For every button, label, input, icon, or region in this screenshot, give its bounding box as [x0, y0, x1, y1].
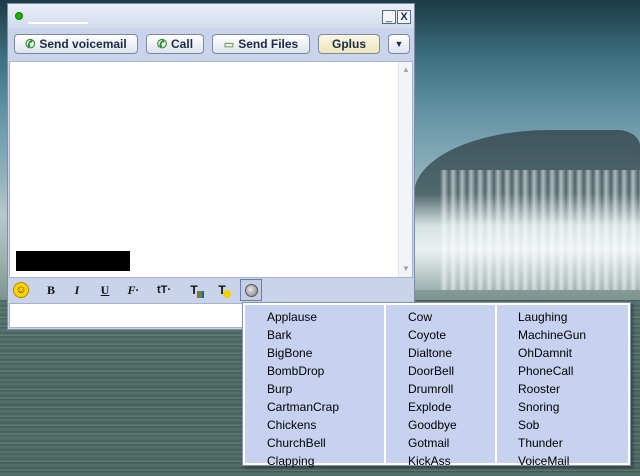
chat-window: _ X ✆ Send voicemail ✆ Call ▭ Send Files… [7, 3, 415, 330]
redacted-message [16, 251, 130, 271]
formatting-toolbar: ☺ B I U F· tT· T T [9, 279, 413, 301]
wallpaper-water-spray [440, 170, 640, 290]
more-options-button[interactable]: ▼ [388, 34, 410, 54]
bold-button[interactable]: B [41, 281, 61, 299]
sound-menu-column-3: Laughing MachineGun OhDamnit PhoneCall R… [497, 305, 628, 468]
sound-item[interactable]: Goodbye [386, 416, 495, 434]
sound-item[interactable]: Burp [245, 380, 384, 398]
highlight-color-button[interactable]: T [211, 281, 233, 299]
emoticon-icon[interactable]: ☺ [13, 282, 29, 298]
sound-menu-column-2: Cow Coyote Dialtone DoorBell Drumroll Ex… [386, 305, 495, 468]
folder-icon: ▭ [223, 38, 235, 51]
sound-item[interactable]: Coyote [386, 326, 495, 344]
font-size-button[interactable]: tT· [151, 281, 177, 299]
sound-item[interactable]: Drumroll [386, 380, 495, 398]
action-toolbar: ✆ Send voicemail ✆ Call ▭ Send Files Gpl… [14, 34, 410, 56]
chat-history[interactable]: ▲ ▼ [9, 61, 413, 278]
sound-item[interactable]: Rooster [497, 380, 628, 398]
send-files-button[interactable]: ▭ Send Files [212, 34, 310, 54]
sound-button[interactable] [240, 279, 262, 301]
message-input[interactable] [9, 303, 245, 328]
gplus-label: Gplus [331, 37, 366, 51]
sound-item[interactable]: Gotmail [386, 434, 495, 452]
send-voicemail-label: Send voicemail [39, 37, 127, 51]
speaker-icon [244, 283, 258, 297]
sound-item[interactable]: CartmanCrap [245, 398, 384, 416]
phone-icon: ✆ [25, 37, 36, 51]
text-color-button[interactable]: T [183, 281, 205, 299]
italic-button[interactable]: I [67, 281, 87, 299]
sound-item[interactable]: BigBone [245, 344, 384, 362]
font-button[interactable]: F· [121, 281, 145, 299]
call-button[interactable]: ✆ Call [146, 34, 204, 54]
gplus-button[interactable]: Gplus [318, 34, 380, 54]
online-status-icon [15, 12, 23, 20]
sound-item[interactable]: Dialtone [386, 344, 495, 362]
scroll-up-icon[interactable]: ▲ [400, 64, 412, 76]
sound-item[interactable]: Clapping [245, 452, 384, 470]
sound-item[interactable]: PhoneCall [497, 362, 628, 380]
sound-item[interactable]: Sob [497, 416, 628, 434]
sound-item[interactable]: Chickens [245, 416, 384, 434]
chat-scrollbar[interactable]: ▲ ▼ [398, 62, 412, 277]
sound-item[interactable]: VoiceMail [497, 452, 628, 470]
close-button[interactable]: X [397, 10, 411, 24]
sound-item[interactable]: OhDamnit [497, 344, 628, 362]
sound-item[interactable]: Snoring [497, 398, 628, 416]
scroll-down-icon[interactable]: ▼ [400, 263, 412, 275]
minimize-button[interactable]: _ [382, 10, 396, 24]
sound-item[interactable]: Explode [386, 398, 495, 416]
chevron-down-icon: ▼ [394, 39, 404, 49]
sound-item[interactable]: Thunder [497, 434, 628, 452]
phone-icon: ✆ [156, 37, 168, 51]
sound-menu: Applause Bark BigBone BombDrop Burp Cart… [242, 302, 631, 468]
sound-item[interactable]: BombDrop [245, 362, 384, 380]
send-voicemail-button[interactable]: ✆ Send voicemail [14, 34, 138, 54]
sound-item[interactable]: MachineGun [497, 326, 628, 344]
sound-item[interactable]: Cow [386, 308, 495, 326]
contact-name-redacted [28, 11, 88, 24]
call-label: Call [171, 37, 194, 51]
send-files-label: Send Files [238, 37, 299, 51]
sound-item[interactable]: Applause [245, 308, 384, 326]
sound-item[interactable]: Bark [245, 326, 384, 344]
font-size-icon: tT [156, 284, 168, 296]
sound-item[interactable]: Laughing [497, 308, 628, 326]
sound-item[interactable]: DoorBell [386, 362, 495, 380]
font-icon: F [127, 283, 136, 297]
title-bar[interactable]: _ X [8, 4, 414, 28]
underline-button[interactable]: U [95, 281, 115, 299]
sound-menu-column-1: Applause Bark BigBone BombDrop Burp Cart… [245, 305, 384, 468]
sound-item[interactable]: KickAss [386, 452, 495, 470]
sound-item[interactable]: ChurchBell [245, 434, 384, 452]
